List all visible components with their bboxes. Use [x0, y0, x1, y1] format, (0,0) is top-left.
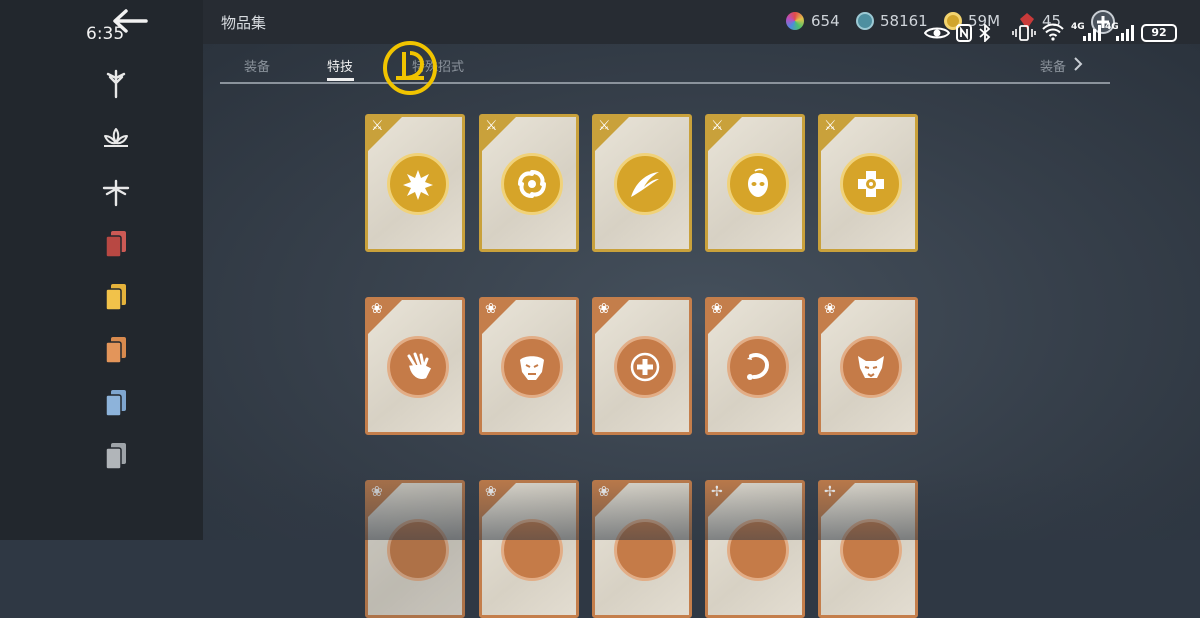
card-medal	[840, 336, 902, 398]
spiral-coin-icon	[856, 12, 874, 30]
yellow-cards-icon[interactable]	[100, 281, 132, 313]
lotus-emblem-icon: ❀	[485, 484, 497, 500]
skill-card[interactable]: ⚔	[592, 114, 692, 252]
eye-icon	[924, 27, 950, 39]
skill-card[interactable]: ❀	[592, 297, 692, 435]
skill-card[interactable]: ❀	[479, 480, 579, 618]
signal-icon-2	[1116, 25, 1134, 41]
card-medal	[840, 519, 902, 581]
sidebar-item-lotus[interactable]	[100, 123, 132, 155]
red-cards-icon[interactable]	[100, 228, 132, 260]
signal-icon-1	[1083, 25, 1101, 41]
skill-card[interactable]: ❀	[818, 297, 918, 435]
card-medal	[727, 519, 789, 581]
chevron-right-icon[interactable]	[1073, 56, 1083, 72]
burst-icon	[403, 170, 433, 200]
skill-card[interactable]: ⚔	[365, 114, 465, 252]
lotus-emblem-icon: ❀	[824, 301, 836, 317]
beast-head-icon	[520, 356, 544, 380]
collection-panel	[203, 44, 1200, 540]
skill-card[interactable]: ❀	[479, 297, 579, 435]
skill-card[interactable]: ✢	[818, 480, 918, 618]
lotus-emblem-icon: ❀	[598, 301, 610, 317]
lotus-emblem-icon: ❀	[371, 301, 383, 317]
sword-emblem-icon: ⚔	[598, 118, 611, 134]
skill-card[interactable]: ✢	[705, 480, 805, 618]
lotus-emblem-icon: ❀	[485, 301, 497, 317]
tab-next-equipment[interactable]: 装备	[1040, 56, 1066, 75]
claw-hand-icon	[407, 352, 432, 379]
skill-card[interactable]: ❀	[705, 297, 805, 435]
card-medal	[387, 519, 449, 581]
lotus-emblem-icon: ❀	[711, 301, 723, 317]
dragonfly-emblem-icon: ✢	[824, 484, 836, 500]
heal-plus-icon	[630, 352, 660, 382]
card-medal	[387, 153, 449, 215]
card-medal	[387, 336, 449, 398]
dragonfly-emblem-icon: ✢	[711, 484, 723, 500]
card-medal	[727, 336, 789, 398]
skill-card[interactable]: ❀	[365, 480, 465, 618]
tab-skills[interactable]: 特技	[327, 56, 353, 75]
skill-card[interactable]: ❀	[365, 297, 465, 435]
lotus-emblem-icon: ❀	[598, 484, 610, 500]
wolf-head-icon	[858, 356, 884, 378]
skill-card[interactable]: ⚔	[479, 114, 579, 252]
card-medal	[614, 336, 676, 398]
sidebar-item-sword[interactable]	[100, 68, 132, 100]
color-orb-icon	[786, 12, 804, 30]
tab-equipment[interactable]: 装备	[244, 56, 270, 75]
active-tab-underline	[327, 78, 354, 81]
nfc-icon	[956, 24, 972, 42]
skill-card[interactable]: ⚔	[705, 114, 805, 252]
sword-emblem-icon: ⚔	[371, 118, 384, 134]
blue-cards-icon[interactable]	[100, 387, 132, 419]
cross-shield-icon	[858, 171, 884, 197]
card-medal	[501, 519, 563, 581]
page-title: 物品集	[221, 14, 267, 32]
orange-cards-icon[interactable]	[100, 334, 132, 366]
battery-indicator: 92	[1141, 24, 1177, 42]
wifi-icon	[1042, 23, 1064, 41]
card-medal	[840, 153, 902, 215]
sword-emblem-icon: ⚔	[824, 118, 837, 134]
skill-card[interactable]: ❀	[592, 480, 692, 618]
scorpion-icon	[747, 353, 770, 380]
vortex-icon	[518, 170, 546, 198]
sword-emblem-icon: ⚔	[711, 118, 724, 134]
sidebar-item-dragonfly[interactable]	[100, 176, 132, 208]
status-time: 6:35	[86, 24, 125, 44]
card-medal	[614, 519, 676, 581]
tab-bar: 装备 特技 特殊招式 装备	[220, 50, 1110, 84]
grey-cards-icon[interactable]	[100, 440, 132, 472]
screen-recorder-overlay-icon[interactable]	[382, 40, 438, 96]
mask-icon	[748, 168, 768, 197]
resource-orb-count: 654	[811, 12, 840, 30]
card-medal	[501, 336, 563, 398]
resource-spiral-count: 58161	[880, 12, 928, 30]
wing-slash-icon	[631, 172, 659, 197]
vibrate-icon	[1012, 25, 1036, 41]
sword-emblem-icon: ⚔	[485, 118, 498, 134]
bluetooth-icon	[979, 24, 991, 42]
lotus-emblem-icon: ❀	[371, 484, 383, 500]
skill-card[interactable]: ⚔	[818, 114, 918, 252]
card-medal	[501, 153, 563, 215]
card-medal	[727, 153, 789, 215]
card-medal	[614, 153, 676, 215]
